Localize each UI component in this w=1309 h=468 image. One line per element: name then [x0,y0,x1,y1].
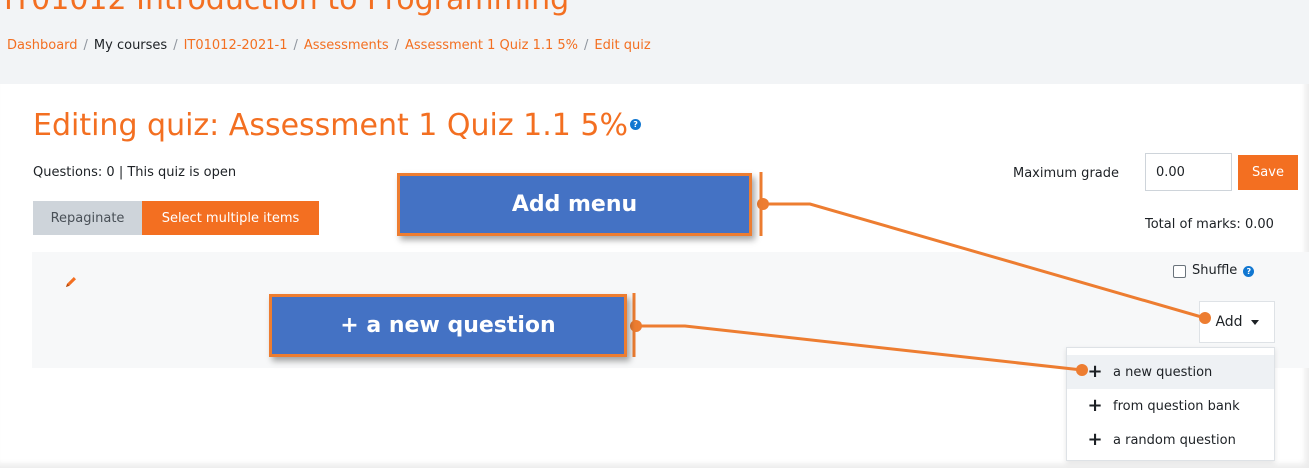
quiz-status: Questions: 0 | This quiz is open [33,165,237,180]
breadcrumb-separator: / [394,38,400,53]
repaginate-button[interactable]: Repaginate [33,201,142,235]
menu-item-from-question-bank[interactable]: + from question bank [1067,389,1274,423]
menu-item-random-question[interactable]: + a random question [1067,423,1274,457]
menu-item-label: from question bank [1113,398,1240,414]
breadcrumb-separator: / [293,38,298,53]
total-marks: Total of marks: 0.00 [1145,217,1274,232]
select-multiple-button[interactable]: Select multiple items [142,201,319,235]
max-grade-label: Maximum grade [1013,166,1119,181]
page-title: Editing quiz: Assessment 1 Quiz 1.1 5%? [33,106,642,146]
shuffle-label: Shuffle [1192,263,1238,278]
breadcrumb-separator: / [584,38,589,53]
breadcrumb-quiz[interactable]: Assessment 1 Quiz 1.1 5% [405,38,578,53]
add-button[interactable]: Add [1199,301,1275,343]
breadcrumb: Dashboard / My courses / IT01012-2021-1 / Asse… [7,37,651,55]
add-menu-callout: Add menu [397,173,752,236]
menu-item-new-question[interactable]: + a new question [1067,355,1274,389]
plus-icon: + [1087,361,1103,382]
connector-dot [757,198,769,210]
plus-icon: + [1087,429,1103,450]
breadcrumb-assessments[interactable]: Assessments [304,38,389,53]
shuffle-control: Shuffle ? [1173,263,1255,279]
breadcrumb-edit-quiz[interactable]: Edit quiz [594,38,650,53]
breadcrumb-course[interactable]: IT01012-2021-1 [184,38,288,53]
max-grade-input[interactable] [1145,153,1232,191]
save-button[interactable]: Save [1238,155,1298,190]
breadcrumb-dashboard[interactable]: Dashboard [7,38,78,53]
breadcrumb-my-courses: My courses [93,38,168,53]
menu-item-label: a random question [1113,432,1236,448]
breadcrumb-separator: / [173,38,178,53]
course-title[interactable]: IT01012 Introduction to Programming [4,0,569,18]
add-button-label: Add [1215,314,1243,330]
help-icon[interactable]: ? [1243,265,1255,277]
moodle-screen: IT01012 Introduction to Programming Dash… [0,0,1309,468]
shuffle-checkbox[interactable] [1173,264,1186,278]
breadcrumb-separator: / [83,38,88,53]
page-title-text: Editing quiz: Assessment 1 Quiz 1.1 5% [33,108,629,143]
menu-item-label: a new question [1113,364,1213,380]
pencil-icon[interactable] [64,274,78,293]
new-question-callout: + a new question [269,294,627,357]
help-icon[interactable]: ? [630,119,642,130]
plus-icon: + [1087,395,1103,416]
page-header: IT01012 Introduction to Programming Dash… [0,0,1309,84]
pencil-icon-graphic [66,277,76,287]
caret-down-icon [1250,319,1259,325]
add-dropdown-menu: + a new question + from question bank + … [1066,347,1275,461]
